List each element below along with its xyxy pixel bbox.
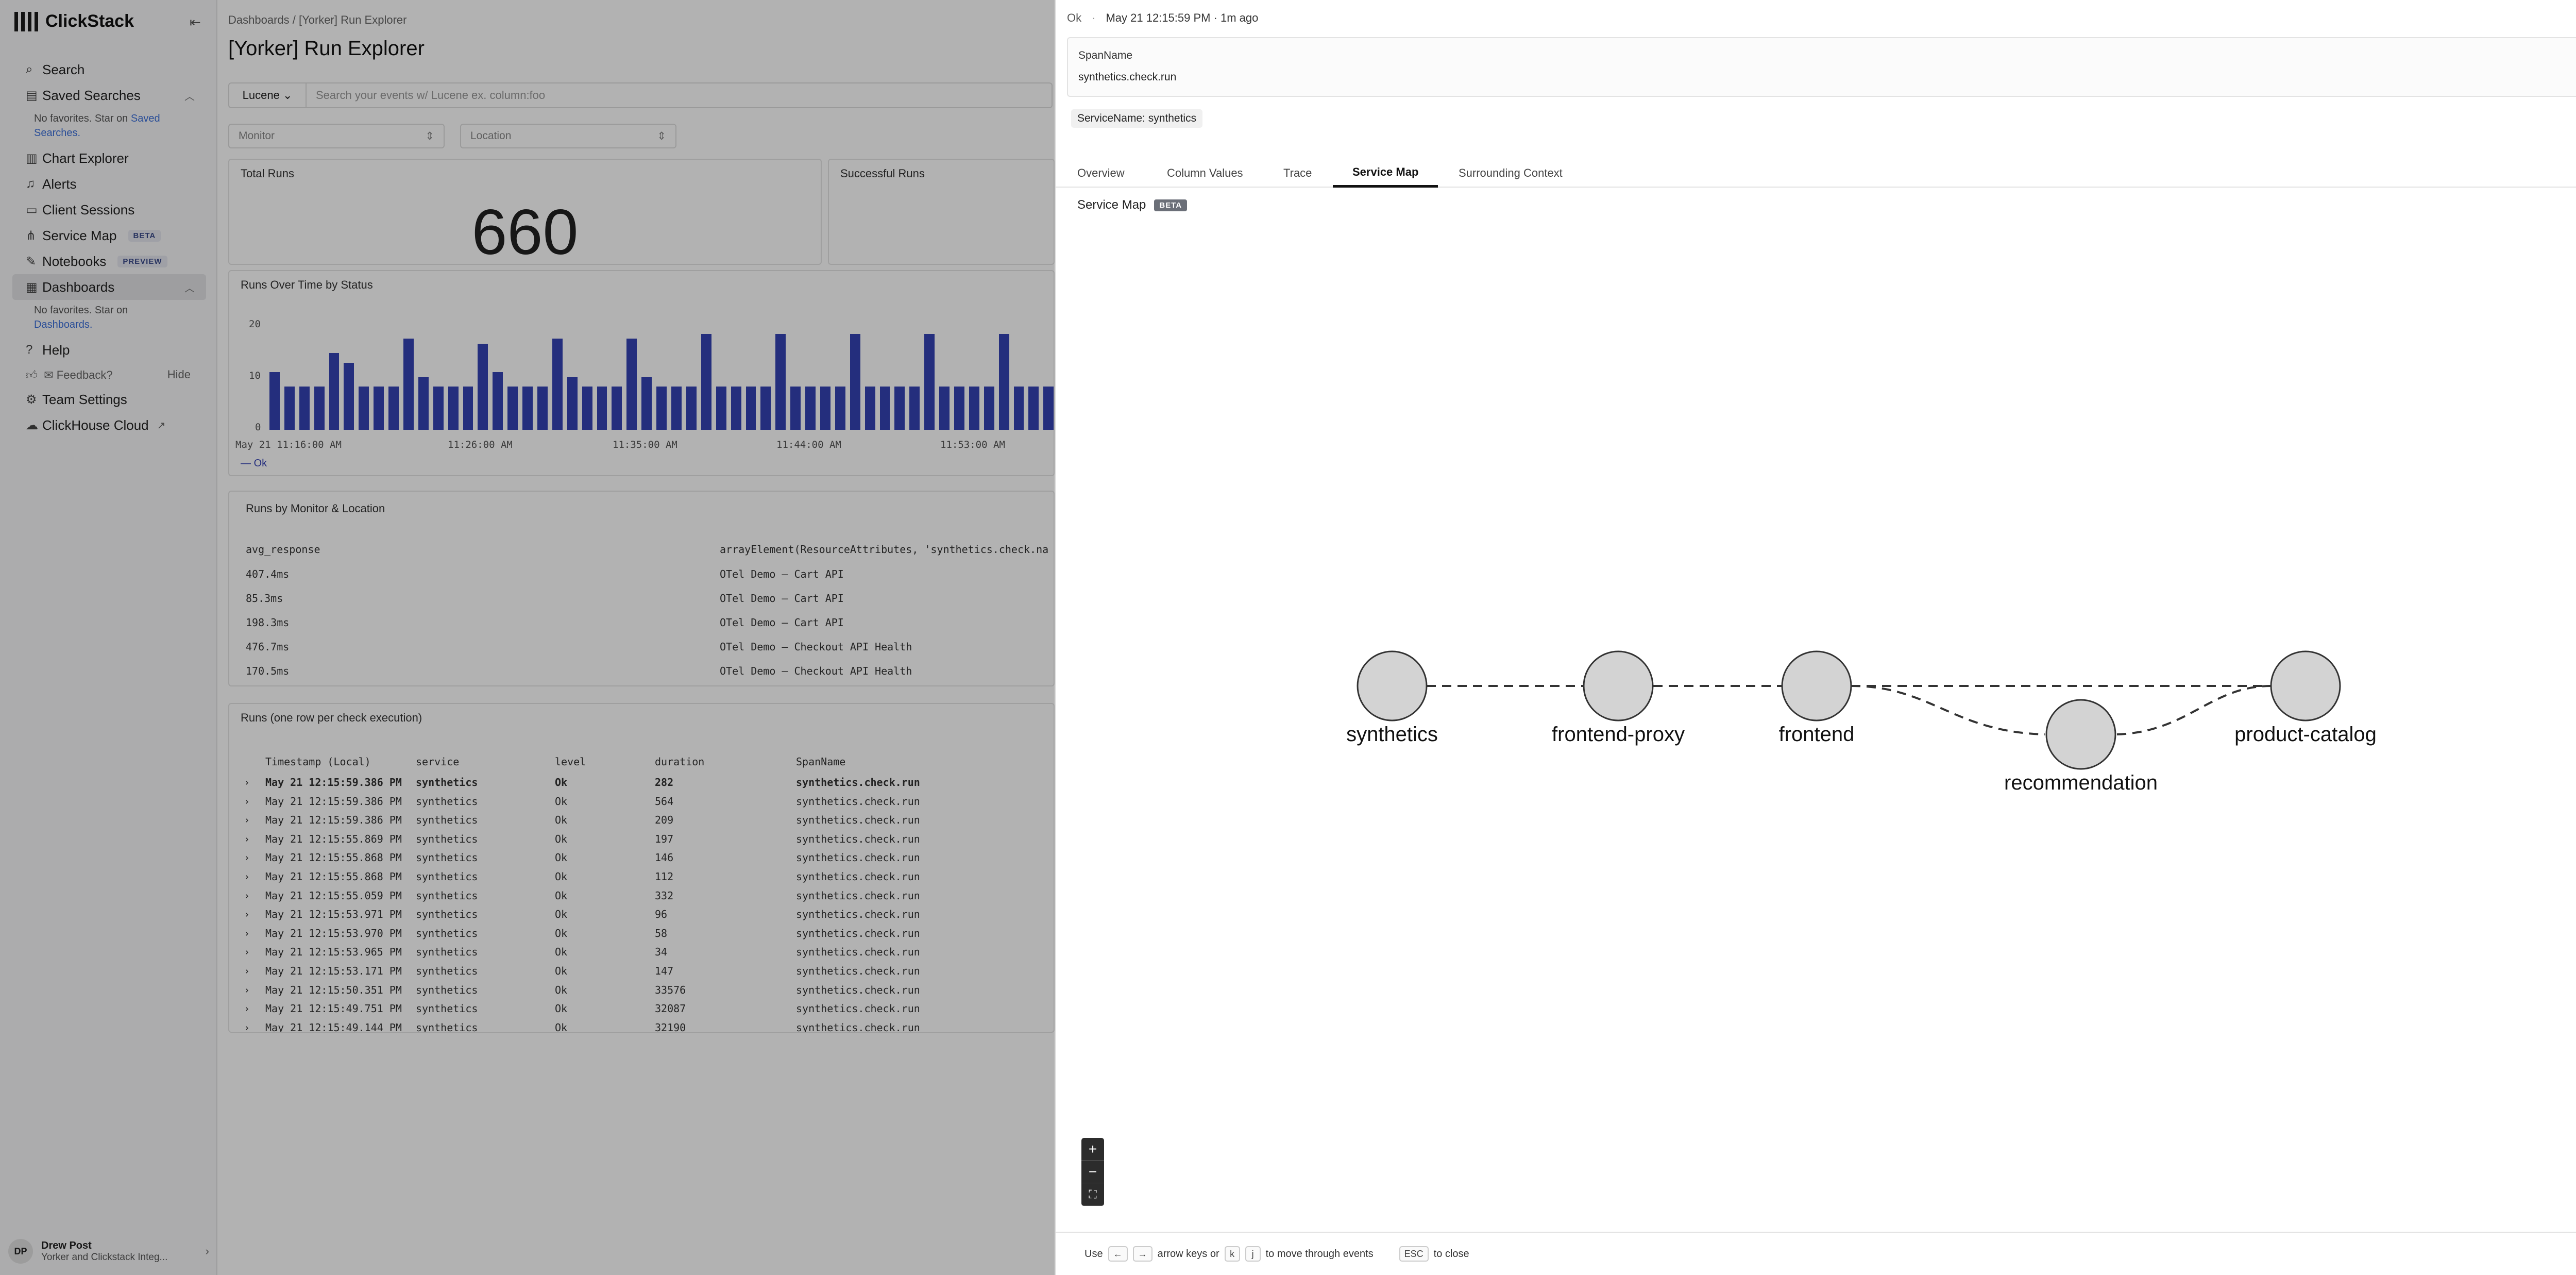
node-label: product-catalog [2234, 723, 2377, 746]
beta-badge: BETA [1154, 199, 1188, 211]
esc-key: ESC [1399, 1246, 1429, 1262]
event-timestamp: May 21 12:15:59 PM · 1m ago [1106, 11, 1259, 24]
arrow-left-key: ← [1108, 1246, 1128, 1262]
map-zoom-controls: + − ⛶ [1081, 1138, 1104, 1206]
node-label: frontend [1779, 723, 1855, 746]
service-map-graph[interactable]: synthetics frontend-proxy frontend recom… [1056, 216, 2576, 1216]
node-product-catalog [2270, 650, 2341, 722]
tab-overview[interactable]: Overview [1077, 159, 1125, 188]
node-label: recommendation [2004, 771, 2158, 794]
k-key: k [1224, 1246, 1240, 1262]
j-key: j [1245, 1246, 1261, 1262]
span-name-label: SpanName [1078, 49, 1133, 61]
arrow-right-key: → [1132, 1246, 1153, 1262]
tab-surrounding-context[interactable]: Surrounding Context [1459, 159, 1563, 188]
node-recommendation [2045, 699, 2116, 770]
node-frontend-proxy [1583, 650, 1654, 722]
service-name-chip[interactable]: ServiceName: synthetics [1071, 109, 1203, 128]
node-label: frontend-proxy [1552, 723, 1685, 746]
span-name-box: SpanName synthetics.check.run [1067, 37, 2576, 97]
node-frontend [1781, 650, 1852, 722]
node-label: synthetics [1346, 723, 1438, 746]
drawer-footer: Use ← → arrow keys or k j to move throug… [1056, 1232, 2576, 1275]
tab-trace[interactable]: Trace [1283, 159, 1312, 188]
tab-service-map[interactable]: Service Map [1333, 159, 1438, 188]
edge-frontend-recommendation [1851, 685, 2045, 735]
modal-backdrop[interactable] [0, 0, 1055, 1275]
zoom-out-button[interactable]: − [1081, 1161, 1104, 1183]
tab-column-values[interactable]: Column Values [1167, 159, 1243, 188]
span-name-value: synthetics.check.run [1078, 71, 1177, 83]
section-title: Service Map BETA [1077, 198, 1188, 212]
status-badge: Ok [1067, 11, 1082, 24]
zoom-in-button[interactable]: + [1081, 1138, 1104, 1161]
event-detail-drawer: Ok · May 21 12:15:59 PM · 1m ago ▣ SpanN… [1055, 0, 2576, 1275]
node-synthetics [1357, 650, 1428, 722]
drawer-tabs: Overview Column Values Trace Service Map… [1056, 159, 2576, 188]
fit-view-button[interactable]: ⛶ [1081, 1183, 1104, 1206]
drawer-header: Ok · May 21 12:15:59 PM · 1m ago [1067, 11, 1259, 24]
